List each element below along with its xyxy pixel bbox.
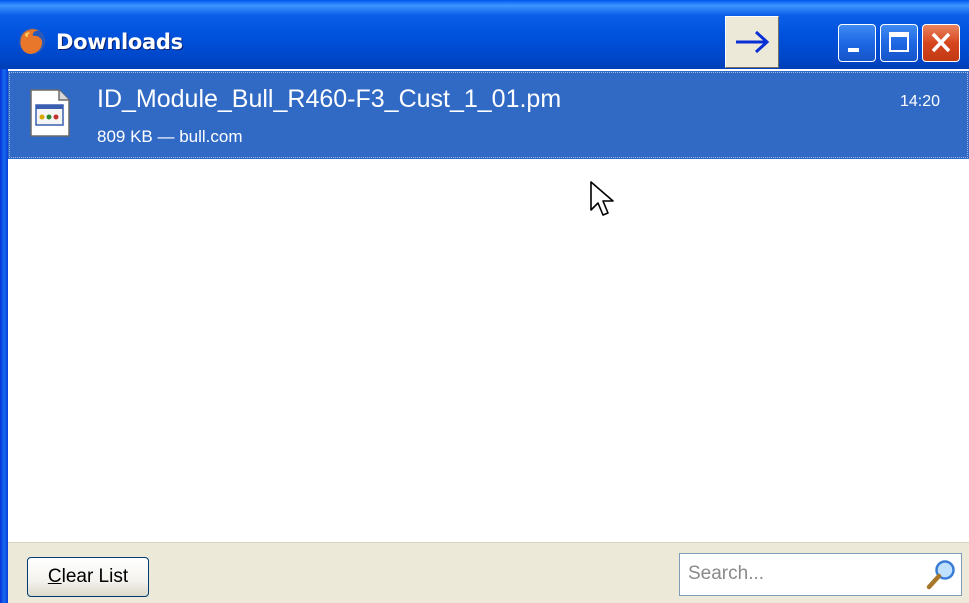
resize-window-button[interactable] [725, 16, 779, 68]
status-bar: Clear List [8, 542, 969, 603]
download-time: 14:20 [900, 93, 941, 110]
search-input[interactable] [688, 563, 913, 585]
title-bar[interactable]: Downloads [0, 0, 969, 69]
mouse-pointer-icon [590, 181, 614, 216]
maximize-button[interactable] [880, 24, 918, 62]
downloads-list[interactable]: ID_Module_Bull_R460-F3_Cust_1_01.pm 809 … [8, 69, 969, 542]
search-icon[interactable] [924, 558, 958, 592]
download-item[interactable]: ID_Module_Bull_R460-F3_Cust_1_01.pm 809 … [8, 71, 969, 159]
window-left-border [0, 69, 8, 603]
maximize-icon [889, 32, 909, 52]
download-filename: ID_Module_Bull_R460-F3_Cust_1_01.pm [97, 85, 562, 113]
clear-list-mnemonic: C [47, 566, 62, 587]
download-size-source: 809 KB — bull.com [97, 127, 243, 146]
close-icon [931, 32, 951, 53]
downloads-window: Downloads ID_Module_Bull_R460-F3_Cust_1_… [0, 0, 969, 603]
close-button[interactable] [922, 24, 960, 62]
firefox-icon [19, 28, 45, 54]
clear-list-label: lear List [61, 566, 129, 587]
generic-file-icon [30, 89, 70, 137]
clear-list-button[interactable]: Clear List [27, 557, 149, 597]
minimize-icon [848, 48, 859, 52]
window-title: Downloads [56, 30, 183, 54]
search-box[interactable] [679, 553, 962, 596]
arrow-right-icon [736, 30, 770, 54]
minimize-button[interactable] [838, 24, 876, 62]
